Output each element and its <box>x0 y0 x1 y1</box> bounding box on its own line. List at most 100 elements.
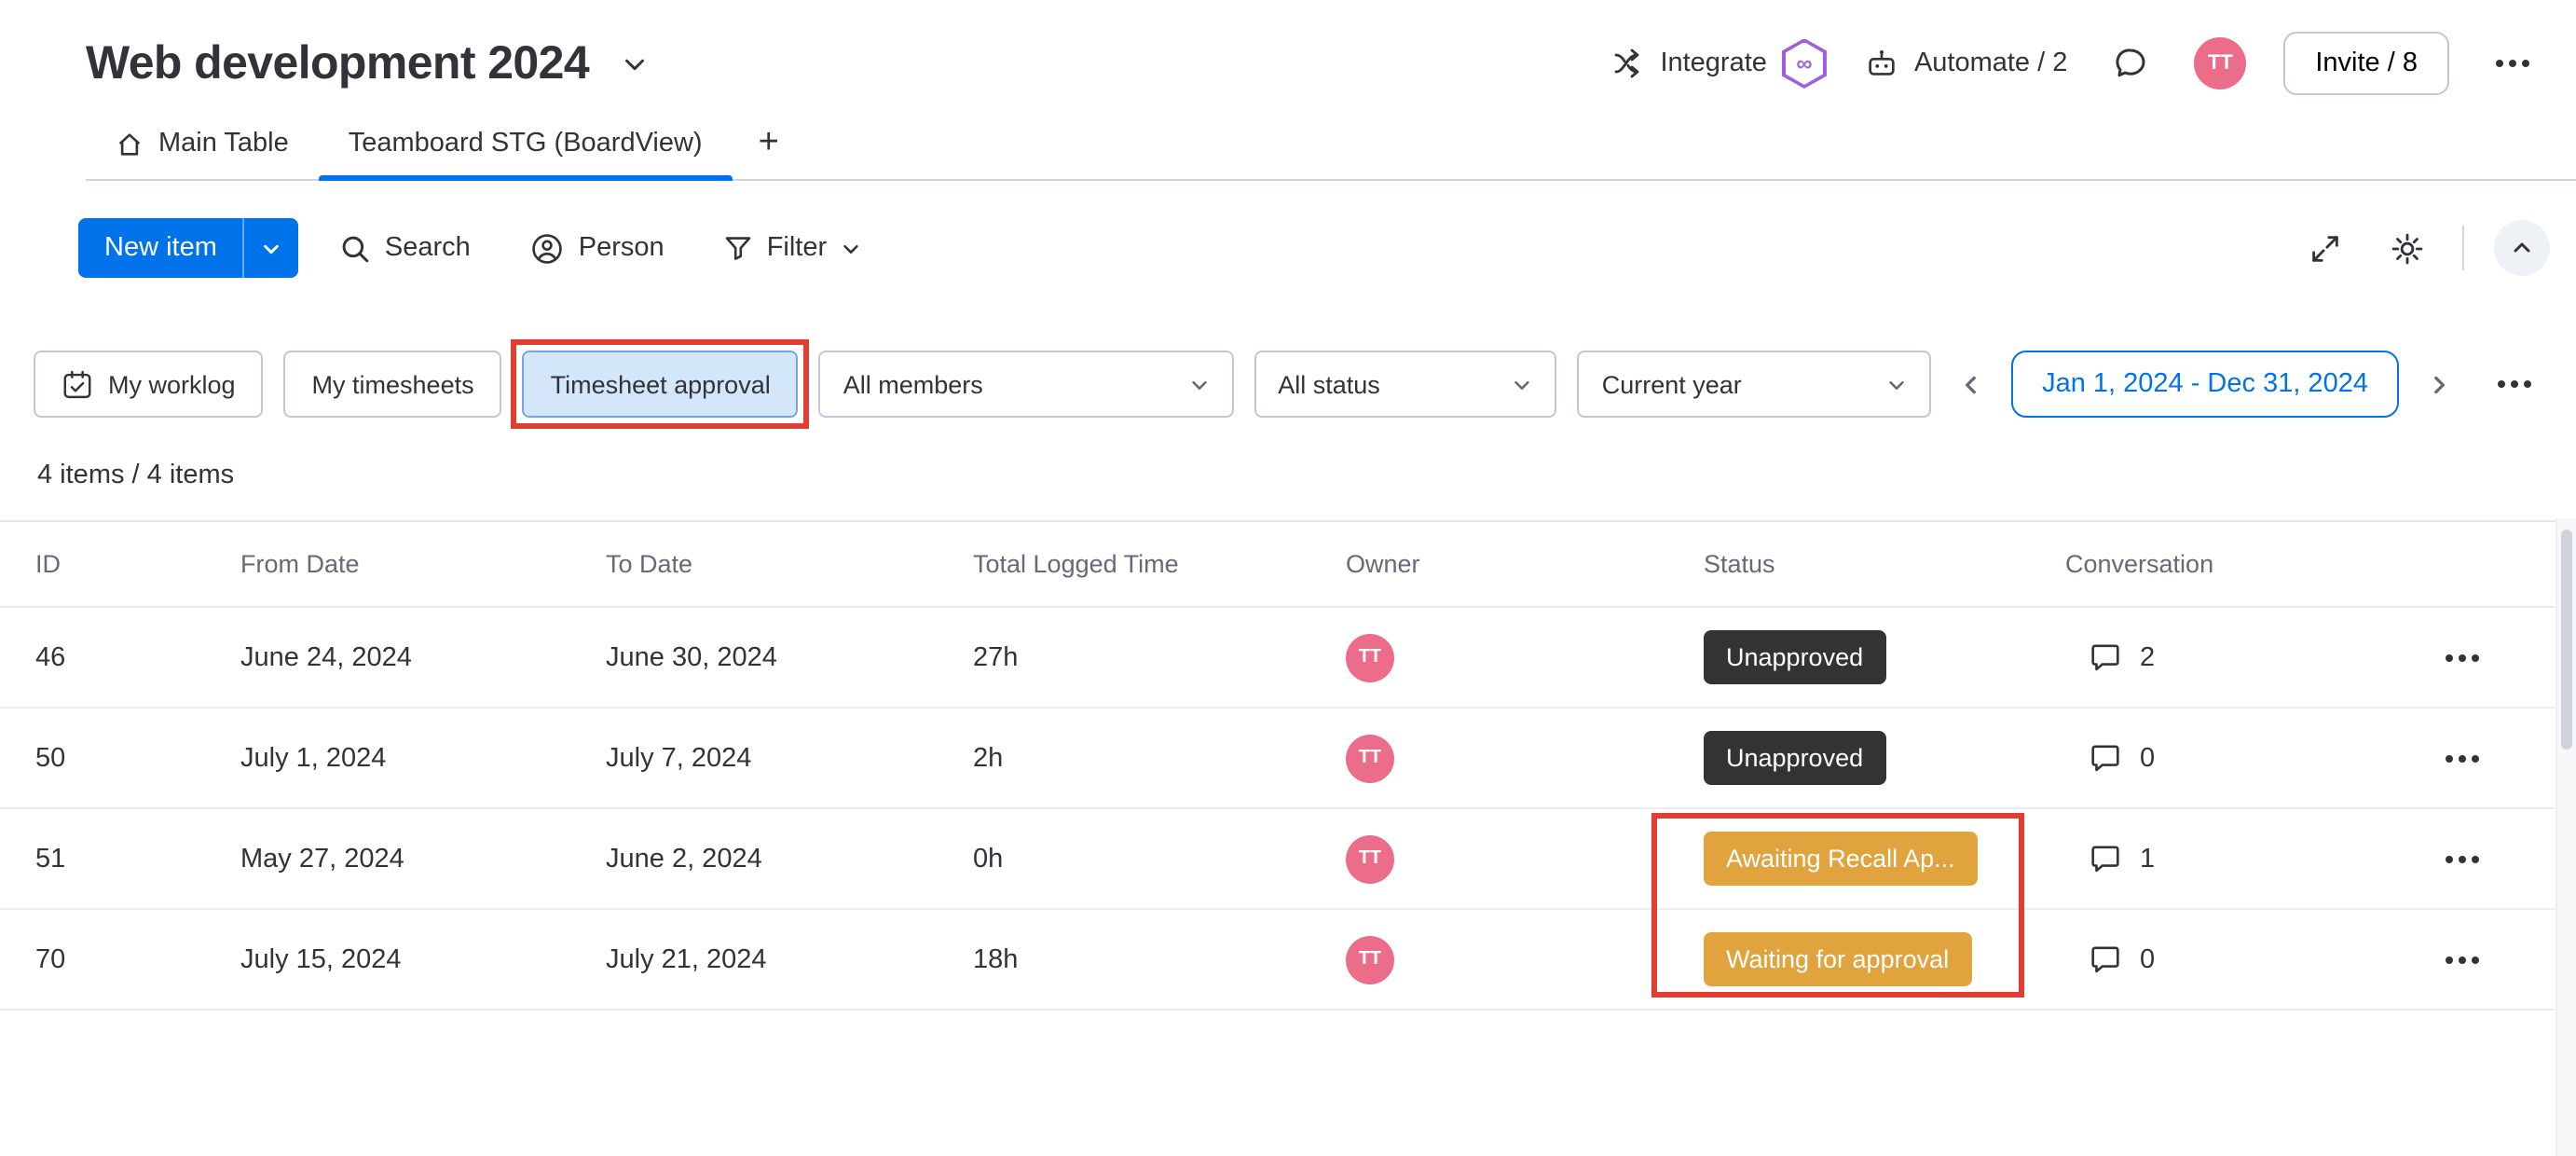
conversation-count: 0 <box>2140 743 2156 773</box>
calendar-check-icon <box>62 368 93 400</box>
cell-to-date: June 30, 2024 <box>606 642 777 672</box>
cell-id: 51 <box>35 844 66 874</box>
timesheet-approval-label: Timesheet approval <box>550 370 771 398</box>
chevron-down-icon <box>1513 374 1533 394</box>
members-dropdown-value: All members <box>843 370 983 398</box>
cell-id: 46 <box>35 642 66 672</box>
owner-avatar[interactable]: TT <box>1346 834 1394 883</box>
add-view-button[interactable]: + <box>733 108 805 179</box>
chat-icon[interactable] <box>2104 37 2157 89</box>
page-title: Web development 2024 <box>86 36 590 89</box>
table-row[interactable]: 50 July 1, 2024 July 7, 2024 2h TT Unapp… <box>0 709 2576 809</box>
row-menu-button[interactable] <box>2436 933 2488 985</box>
person-label: Person <box>578 233 665 263</box>
table-row[interactable]: 70 July 15, 2024 July 21, 2024 18h TT Wa… <box>0 910 2576 1011</box>
row-menu-button[interactable] <box>2436 631 2488 683</box>
tab-teamboard-stg[interactable]: Teamboard STG (BoardView) <box>318 108 733 181</box>
search-label: Search <box>384 233 471 263</box>
my-worklog-label: My worklog <box>108 370 236 398</box>
owner-avatar[interactable]: TT <box>1346 734 1394 782</box>
cell-from-date: May 27, 2024 <box>240 844 404 874</box>
board-page: Web development 2024 Integrate ∞ Automat… <box>0 0 2576 1156</box>
cell-from-date: July 1, 2024 <box>240 743 387 773</box>
filterbar-more-menu-button[interactable] <box>2490 358 2539 410</box>
settings-gear-icon[interactable] <box>2380 222 2432 274</box>
fullscreen-icon[interactable] <box>2298 222 2350 274</box>
invite-button[interactable]: Invite / 8 <box>2283 32 2449 95</box>
board-title-menu[interactable]: Web development 2024 <box>86 36 660 90</box>
funnel-icon <box>724 233 754 263</box>
column-header-status[interactable]: Status <box>1704 550 2065 578</box>
toolbar-right <box>2298 220 2550 276</box>
tab-main-table[interactable]: Main Table <box>86 108 319 179</box>
automate-button[interactable]: Automate / 2 <box>1864 46 2067 81</box>
integration-hexagon-badge: ∞ <box>1781 38 1827 89</box>
toolbar: New item Search Person Filter <box>0 181 2576 300</box>
cell-total-logged-time: 27h <box>973 642 1019 672</box>
cell-from-date: July 15, 2024 <box>240 944 402 974</box>
column-header-to-date[interactable]: To Date <box>606 550 973 578</box>
status-badge[interactable]: Waiting for approval <box>1704 932 1972 986</box>
filter-button[interactable]: Filter <box>706 218 879 278</box>
automate-label: Automate / 2 <box>1913 48 2068 78</box>
highlight-box-timesheet-approval: Timesheet approval <box>511 339 810 429</box>
vertical-scrollbar[interactable] <box>2555 518 2576 1156</box>
period-dropdown[interactable]: Current year <box>1577 351 1932 418</box>
scrollbar-thumb[interactable] <box>2561 530 2572 750</box>
conversation-count: 2 <box>2140 642 2156 672</box>
cell-to-date: July 21, 2024 <box>606 944 767 974</box>
speech-bubble-icon <box>2088 740 2123 776</box>
previous-period-button[interactable] <box>1952 358 1990 410</box>
table-row[interactable]: 46 June 24, 2024 June 30, 2024 27h TT Un… <box>0 608 2576 709</box>
integrate-button[interactable]: Integrate ∞ <box>1611 38 1827 89</box>
table-row[interactable]: 51 May 27, 2024 June 2, 2024 0h TT Await… <box>0 809 2576 910</box>
conversation-button[interactable]: 0 <box>2065 942 2364 977</box>
status-badge[interactable]: Unapproved <box>1704 731 1886 785</box>
column-header-id[interactable]: ID <box>35 550 240 578</box>
column-header-from-date[interactable]: From Date <box>240 550 606 578</box>
board-tabs: Main Table Teamboard STG (BoardView) + <box>86 108 2576 181</box>
column-header-owner[interactable]: Owner <box>1346 550 1704 578</box>
search-icon <box>340 232 372 264</box>
cell-id: 50 <box>35 743 66 773</box>
owner-avatar[interactable]: TT <box>1346 633 1394 681</box>
top-header: Web development 2024 Integrate ∞ Automat… <box>0 0 2576 108</box>
integrate-icon <box>1611 47 1645 80</box>
chevron-down-icon[interactable] <box>608 37 660 89</box>
my-worklog-button[interactable]: My worklog <box>34 351 264 418</box>
collapse-toolbar-button[interactable] <box>2494 220 2550 276</box>
timesheet-approval-button[interactable]: Timesheet approval <box>522 351 799 418</box>
row-menu-button[interactable] <box>2436 732 2488 784</box>
person-icon <box>530 230 566 266</box>
cell-total-logged-time: 18h <box>973 944 1019 974</box>
column-header-total-logged-time[interactable]: Total Logged Time <box>973 550 1346 578</box>
ellipsis-icon <box>2459 855 2466 862</box>
my-timesheets-label: My timesheets <box>311 370 474 398</box>
members-dropdown[interactable]: All members <box>818 351 1234 418</box>
home-icon <box>116 130 144 158</box>
cell-total-logged-time: 0h <box>973 844 1004 874</box>
conversation-button[interactable]: 0 <box>2065 740 2364 776</box>
header-more-menu-button[interactable] <box>2487 37 2539 89</box>
items-count: 4 items / 4 items <box>37 461 235 490</box>
status-badge[interactable]: Awaiting Recall Ap... <box>1704 832 1978 886</box>
status-badge[interactable]: Unapproved <box>1704 630 1886 684</box>
user-avatar[interactable]: TT <box>2194 37 2247 89</box>
new-item-dropdown-button[interactable] <box>242 218 299 278</box>
person-filter-button[interactable]: Person <box>512 218 683 278</box>
cell-to-date: June 2, 2024 <box>606 844 762 874</box>
conversation-button[interactable]: 1 <box>2065 841 2364 876</box>
tab-label: Teamboard STG (BoardView) <box>348 129 703 158</box>
new-item-button[interactable]: New item <box>78 218 243 278</box>
owner-avatar[interactable]: TT <box>1346 935 1394 984</box>
my-timesheets-button[interactable]: My timesheets <box>283 351 502 418</box>
date-range-button[interactable]: Jan 1, 2024 - Dec 31, 2024 <box>2010 351 2400 418</box>
column-header-conversation[interactable]: Conversation <box>2065 550 2364 578</box>
conversation-button[interactable]: 2 <box>2065 640 2364 675</box>
status-dropdown-value: All status <box>1278 370 1380 398</box>
next-period-button[interactable] <box>2420 358 2459 410</box>
search-button[interactable]: Search <box>322 218 489 278</box>
speech-bubble-icon <box>2088 640 2123 675</box>
row-menu-button[interactable] <box>2436 833 2488 885</box>
status-dropdown[interactable]: All status <box>1254 351 1557 418</box>
